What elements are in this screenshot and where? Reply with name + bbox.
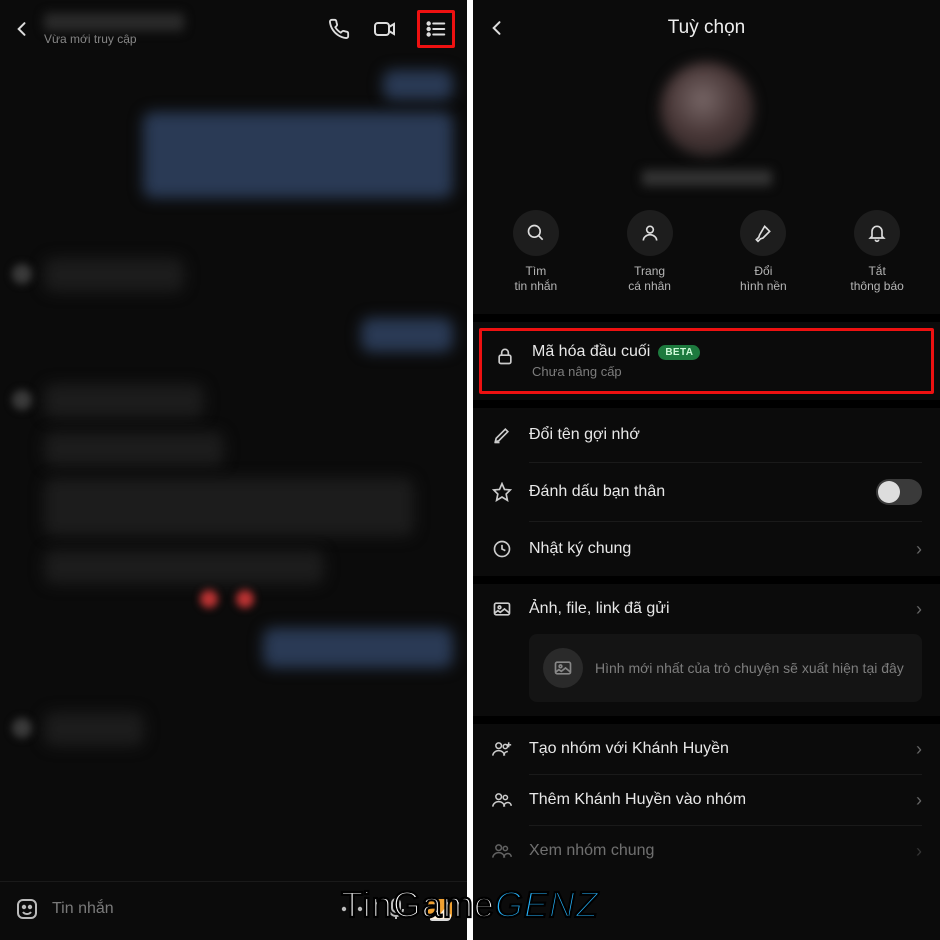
option-media[interactable]: Ảnh, file, link đã gửi › bbox=[473, 584, 940, 634]
quick-search[interactable]: Tìm tin nhắn bbox=[491, 210, 581, 294]
avatar[interactable] bbox=[660, 62, 754, 156]
chevron-right-icon: › bbox=[916, 841, 922, 862]
clock-icon bbox=[492, 539, 512, 559]
options-button[interactable] bbox=[422, 15, 450, 43]
group-add-icon bbox=[491, 739, 513, 759]
profile-name-blurred bbox=[642, 170, 772, 186]
list-icon bbox=[425, 18, 447, 40]
media-preview-text: Hình mới nhất của trò chuyện sẽ xuất hiệ… bbox=[595, 659, 904, 678]
quick-actions: Tìm tin nhắn Trang cá nhân Đổi hình nền … bbox=[473, 186, 940, 314]
group-icon bbox=[491, 790, 513, 810]
options-highlight bbox=[417, 10, 455, 48]
chevron-right-icon: › bbox=[916, 599, 922, 620]
quick-wallpaper[interactable]: Đổi hình nền bbox=[718, 210, 808, 294]
voice-button[interactable] bbox=[383, 896, 409, 922]
message-composer: Tin nhắn bbox=[0, 881, 467, 940]
option-add-to-group[interactable]: Thêm Khánh Huyền vào nhóm › bbox=[473, 775, 940, 825]
option-encryption[interactable]: Mã hóa đầu cuối BETA Chưa nâng cấp bbox=[494, 343, 919, 379]
chevron-right-icon: › bbox=[916, 790, 922, 811]
media-thumb-icon bbox=[543, 648, 583, 688]
option-rename[interactable]: Đổi tên gợi nhớ bbox=[473, 408, 940, 462]
sticker-button[interactable] bbox=[14, 896, 40, 922]
chat-header: Vừa mới truy cập bbox=[0, 0, 467, 54]
video-icon bbox=[373, 17, 397, 41]
bestfriend-toggle[interactable] bbox=[876, 479, 922, 505]
quick-profile[interactable]: Trang cá nhân bbox=[605, 210, 695, 294]
person-icon bbox=[640, 223, 660, 243]
search-icon bbox=[526, 223, 546, 243]
gallery-button[interactable] bbox=[427, 896, 453, 922]
beta-badge: BETA bbox=[658, 345, 700, 360]
dots-icon bbox=[340, 904, 364, 914]
chevron-right-icon: › bbox=[916, 739, 922, 760]
options-panel: Tuỳ chọn Tìm tin nhắn Trang cá nhân Đổi … bbox=[473, 0, 940, 940]
option-create-group[interactable]: Tạo nhóm với Khánh Huyền › bbox=[473, 724, 940, 774]
gallery-icon bbox=[492, 599, 512, 619]
encryption-title: Mã hóa đầu cuối bbox=[532, 343, 650, 361]
media-preview: Hình mới nhất của trò chuyện sẽ xuất hiệ… bbox=[529, 634, 922, 702]
options-header: Tuỳ chọn bbox=[473, 0, 940, 56]
chat-panel: Vừa mới truy cập bbox=[0, 0, 467, 940]
phone-icon bbox=[328, 18, 350, 40]
call-button[interactable] bbox=[325, 15, 353, 43]
bell-icon bbox=[867, 223, 887, 243]
message-input[interactable]: Tin nhắn bbox=[52, 900, 327, 918]
chat-messages[interactable] bbox=[0, 54, 467, 881]
contact-status: Vừa mới truy cập bbox=[44, 32, 317, 46]
back-button[interactable] bbox=[8, 15, 36, 43]
encryption-sub: Chưa nâng cấp bbox=[532, 364, 919, 379]
quick-mute[interactable]: Tắt thông báo bbox=[832, 210, 922, 294]
option-bestfriend[interactable]: Đánh dấu bạn thân bbox=[473, 463, 940, 521]
image-icon bbox=[427, 897, 453, 921]
profile-section bbox=[473, 56, 940, 186]
more-button[interactable] bbox=[339, 896, 365, 922]
group-icon bbox=[491, 841, 513, 861]
edit-icon bbox=[492, 425, 512, 445]
lock-icon bbox=[495, 346, 515, 366]
chevron-right-icon: › bbox=[916, 539, 922, 560]
sticker-icon bbox=[15, 897, 39, 921]
option-view-common-groups[interactable]: Xem nhóm chung › bbox=[473, 826, 940, 876]
brush-icon bbox=[753, 223, 773, 243]
encryption-highlight: Mã hóa đầu cuối BETA Chưa nâng cấp bbox=[479, 328, 934, 394]
contact-name-blurred bbox=[44, 13, 184, 31]
options-title: Tuỳ chọn bbox=[483, 17, 930, 39]
video-call-button[interactable] bbox=[371, 15, 399, 43]
mic-icon bbox=[386, 897, 406, 921]
star-icon bbox=[492, 482, 512, 502]
option-shared-diary[interactable]: Nhật ký chung › bbox=[473, 522, 940, 576]
